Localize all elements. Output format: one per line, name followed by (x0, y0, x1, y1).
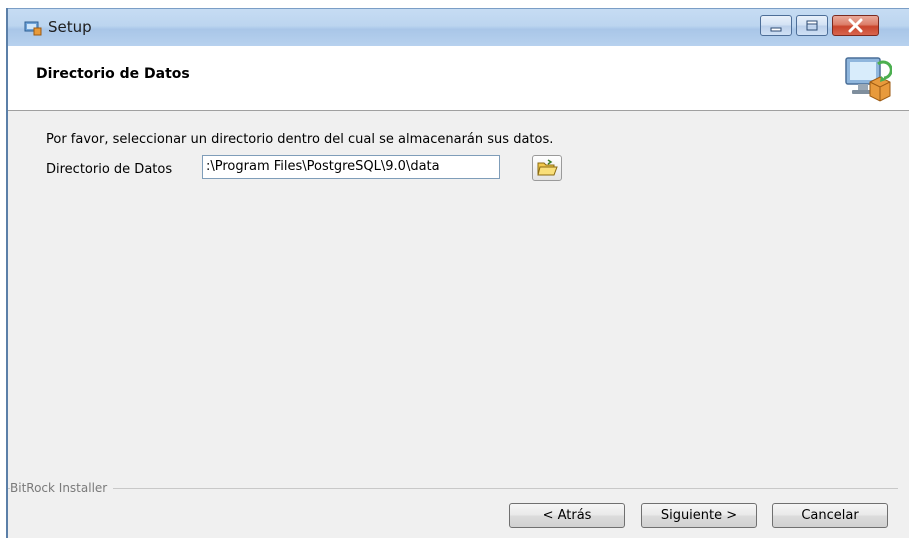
data-directory-label: Directorio de Datos (46, 162, 173, 177)
folder-open-icon (537, 159, 558, 176)
vendor-label: BitRock Installer (10, 481, 114, 495)
close-icon (848, 18, 863, 33)
minimize-icon (770, 27, 782, 32)
footer-divider (8, 488, 898, 489)
maximize-button[interactable] (796, 15, 828, 36)
installer-monitor-icon (845, 57, 892, 102)
next-button[interactable]: Siguiente > (641, 503, 757, 528)
minimize-button[interactable] (760, 15, 792, 36)
setup-app-icon (24, 21, 42, 36)
maximize-icon (806, 20, 818, 31)
close-button[interactable] (832, 15, 879, 36)
browse-button[interactable] (532, 155, 562, 181)
cancel-button[interactable]: Cancelar (772, 503, 888, 528)
page-title: Directorio de Datos (36, 66, 190, 82)
window-title: Setup (48, 18, 92, 36)
page-header: Directorio de Datos (8, 46, 909, 111)
content-panel: Por favor, seleccionar un directorio den… (8, 111, 909, 538)
instruction-text: Por favor, seleccionar un directorio den… (46, 132, 554, 147)
setup-window: Setup Directorio de Datos Por favor, sel… (6, 8, 909, 538)
data-directory-input[interactable]: :\Program Files\PostgreSQL\9.0\data (202, 155, 500, 179)
back-button[interactable]: < Atrás (509, 503, 625, 528)
title-bar[interactable]: Setup (8, 8, 909, 46)
